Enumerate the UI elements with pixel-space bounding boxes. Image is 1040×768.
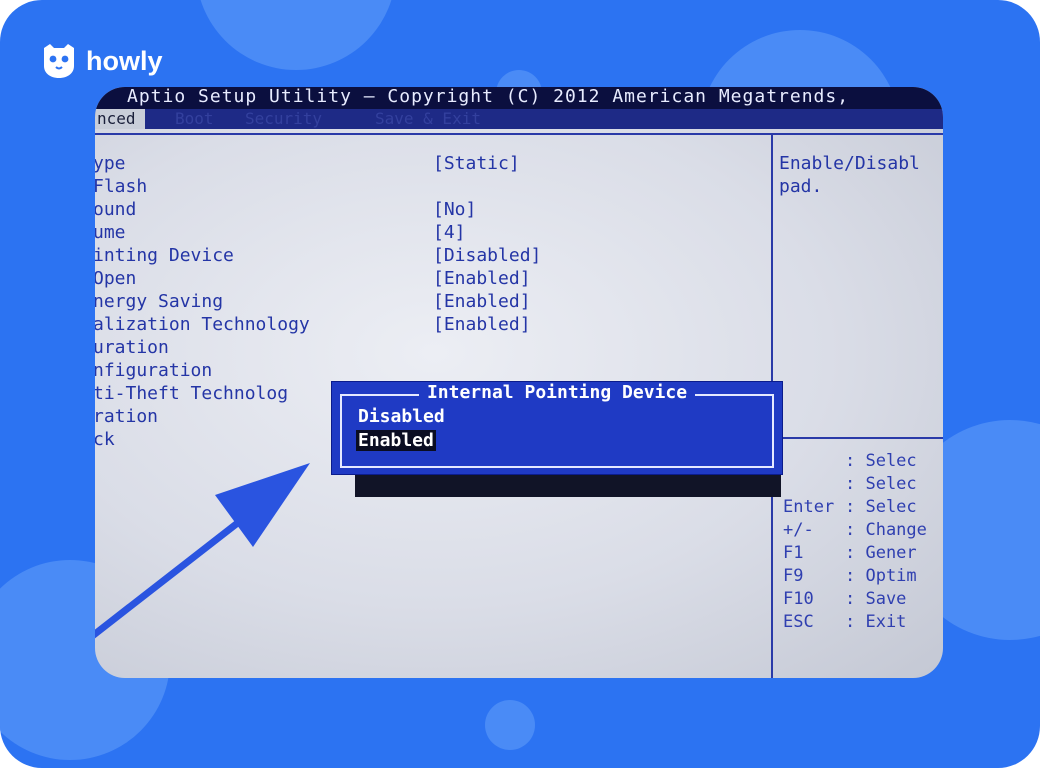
- decor-circle: [485, 700, 535, 750]
- brand-name: howly: [86, 45, 163, 76]
- brand: howly: [40, 42, 163, 80]
- decor-circle: [196, 0, 396, 70]
- bios-screenshot: Aptio Setup Utility – Copyright (C) 2012…: [95, 87, 943, 678]
- promo-frame: howly Aptio Setup Utility – Copyright (C…: [0, 0, 1040, 768]
- owl-logo-icon: [44, 44, 74, 78]
- pointer-arrow-icon: [95, 463, 310, 639]
